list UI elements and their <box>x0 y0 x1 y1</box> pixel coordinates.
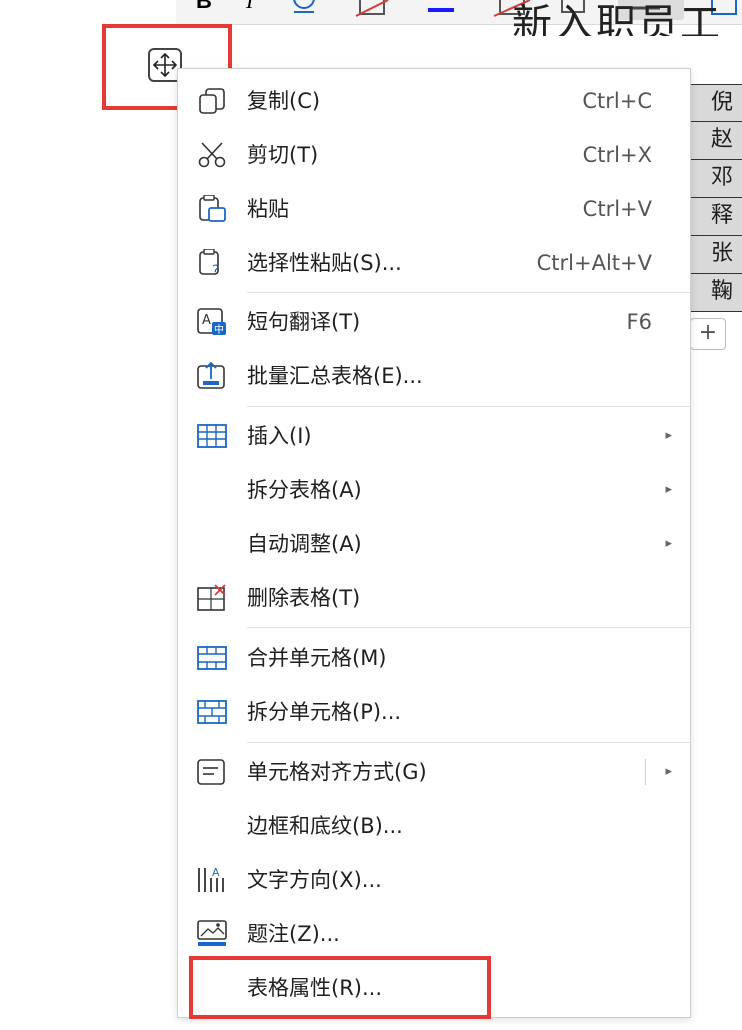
document-title-fragment: 新入职员工 <box>512 4 722 36</box>
menu-item-label: 插入(I) <box>247 424 312 448</box>
delete-table-icon <box>196 584 228 612</box>
menu-item-batch-summarize[interactable]: 批量汇总表格(E)... <box>178 349 690 403</box>
submenu-arrow-icon: ▸ <box>665 428 672 443</box>
scissors-icon <box>196 141 228 169</box>
submenu-arrow-icon: ▸ <box>665 482 672 497</box>
menu-item-label: 拆分单元格(P)... <box>247 700 402 724</box>
menu-item-delete-table[interactable]: 删除表格(T) <box>178 571 690 625</box>
paste-icon <box>196 195 228 223</box>
cell-align-icon <box>196 758 228 786</box>
svg-text:A: A <box>212 866 220 879</box>
svg-text:?: ? <box>212 263 219 277</box>
table-cell: 释 <box>690 198 742 236</box>
menu-item-label: 短句翻译(T) <box>247 310 361 334</box>
copy-icon <box>196 87 228 115</box>
menu-item-shortcut: Ctrl+C <box>582 89 652 113</box>
translate-icon: A中 <box>196 308 228 336</box>
menu-item-label: 自动调整(A) <box>247 532 362 556</box>
menu-separator <box>247 742 690 743</box>
table-properties-highlight <box>189 956 491 1019</box>
split-cells-icon <box>196 698 228 726</box>
menu-item-label: 剪切(T) <box>247 143 319 167</box>
menu-item-borders-shading[interactable]: 边框和底纹(B)... <box>178 799 690 853</box>
menu-item-split-cells[interactable]: 拆分单元格(P)... <box>178 685 690 739</box>
menu-item-label: 单元格对齐方式(G) <box>247 760 427 784</box>
menu-item-text-direction[interactable]: A 文字方向(X)... <box>178 853 690 907</box>
menu-item-insert[interactable]: 插入(I) ▸ <box>178 409 690 463</box>
menu-item-label: 合并单元格(M) <box>247 646 387 670</box>
menu-item-label: 批量汇总表格(E)... <box>247 364 423 388</box>
menu-item-label: 文字方向(X)... <box>247 868 382 892</box>
menu-item-label: 边框和底纹(B)... <box>247 814 403 838</box>
svg-text:I: I <box>245 0 255 13</box>
menu-item-label: 选择性粘贴(S)... <box>247 251 402 275</box>
menu-separator <box>247 406 690 407</box>
menu-item-translate[interactable]: A中 短句翻译(T) F6 <box>178 295 690 349</box>
menu-separator <box>247 292 690 293</box>
menu-separator <box>247 627 690 628</box>
table-cell: 赵 <box>690 122 742 160</box>
svg-text:中: 中 <box>214 323 224 336</box>
menu-item-copy[interactable]: 复制(C) Ctrl+C <box>178 74 690 128</box>
merge-cells-icon <box>196 644 228 672</box>
caption-icon <box>196 920 228 948</box>
add-row-button[interactable]: + <box>690 318 726 350</box>
table-cell: 倪 <box>690 84 742 122</box>
document-table: 倪 赵 邓 释 张 鞠 <box>690 84 742 312</box>
table-cell: 张 <box>690 236 742 274</box>
text-direction-icon: A <box>196 866 228 894</box>
menu-item-label: 题注(Z)... <box>247 922 340 946</box>
menu-item-shortcut: Ctrl+V <box>582 197 652 221</box>
menu-item-cut[interactable]: 剪切(T) Ctrl+X <box>178 128 690 182</box>
insert-table-icon <box>196 422 228 450</box>
svg-text:A: A <box>202 313 211 328</box>
submenu-arrow-icon: ▸ <box>665 536 672 551</box>
menu-item-shortcut: Ctrl+Alt+V <box>536 251 652 275</box>
menu-item-shortcut: F6 <box>626 310 652 334</box>
table-cell: 邓 <box>690 160 742 198</box>
submenu-divider <box>645 759 646 785</box>
context-menu: 复制(C) Ctrl+C 剪切(T) Ctrl+X 粘贴 Ctrl+V ? 选择… <box>177 68 691 1018</box>
menu-item-shortcut: Ctrl+X <box>582 143 652 167</box>
menu-item-label: 复制(C) <box>247 89 321 113</box>
menu-item-auto-fit[interactable]: 自动调整(A) ▸ <box>178 517 690 571</box>
svg-text:B: B <box>196 0 212 13</box>
table-cell: 鞠 <box>690 274 742 312</box>
menu-item-cell-alignment[interactable]: 单元格对齐方式(G) ▸ <box>178 745 690 799</box>
menu-item-label: 删除表格(T) <box>247 586 361 610</box>
paste-special-icon: ? <box>196 249 228 277</box>
menu-item-label: 粘贴 <box>247 197 289 221</box>
menu-item-caption[interactable]: 题注(Z)... <box>178 907 690 961</box>
menu-item-merge-cells[interactable]: 合并单元格(M) <box>178 631 690 685</box>
menu-item-label: 拆分表格(A) <box>247 478 362 502</box>
menu-item-split-table[interactable]: 拆分表格(A) ▸ <box>178 463 690 517</box>
menu-item-paste-special[interactable]: ? 选择性粘贴(S)... Ctrl+Alt+V <box>178 236 690 290</box>
summarize-tables-icon <box>196 362 228 390</box>
menu-item-paste[interactable]: 粘贴 Ctrl+V <box>178 182 690 236</box>
submenu-arrow-icon[interactable]: ▸ <box>665 745 672 799</box>
